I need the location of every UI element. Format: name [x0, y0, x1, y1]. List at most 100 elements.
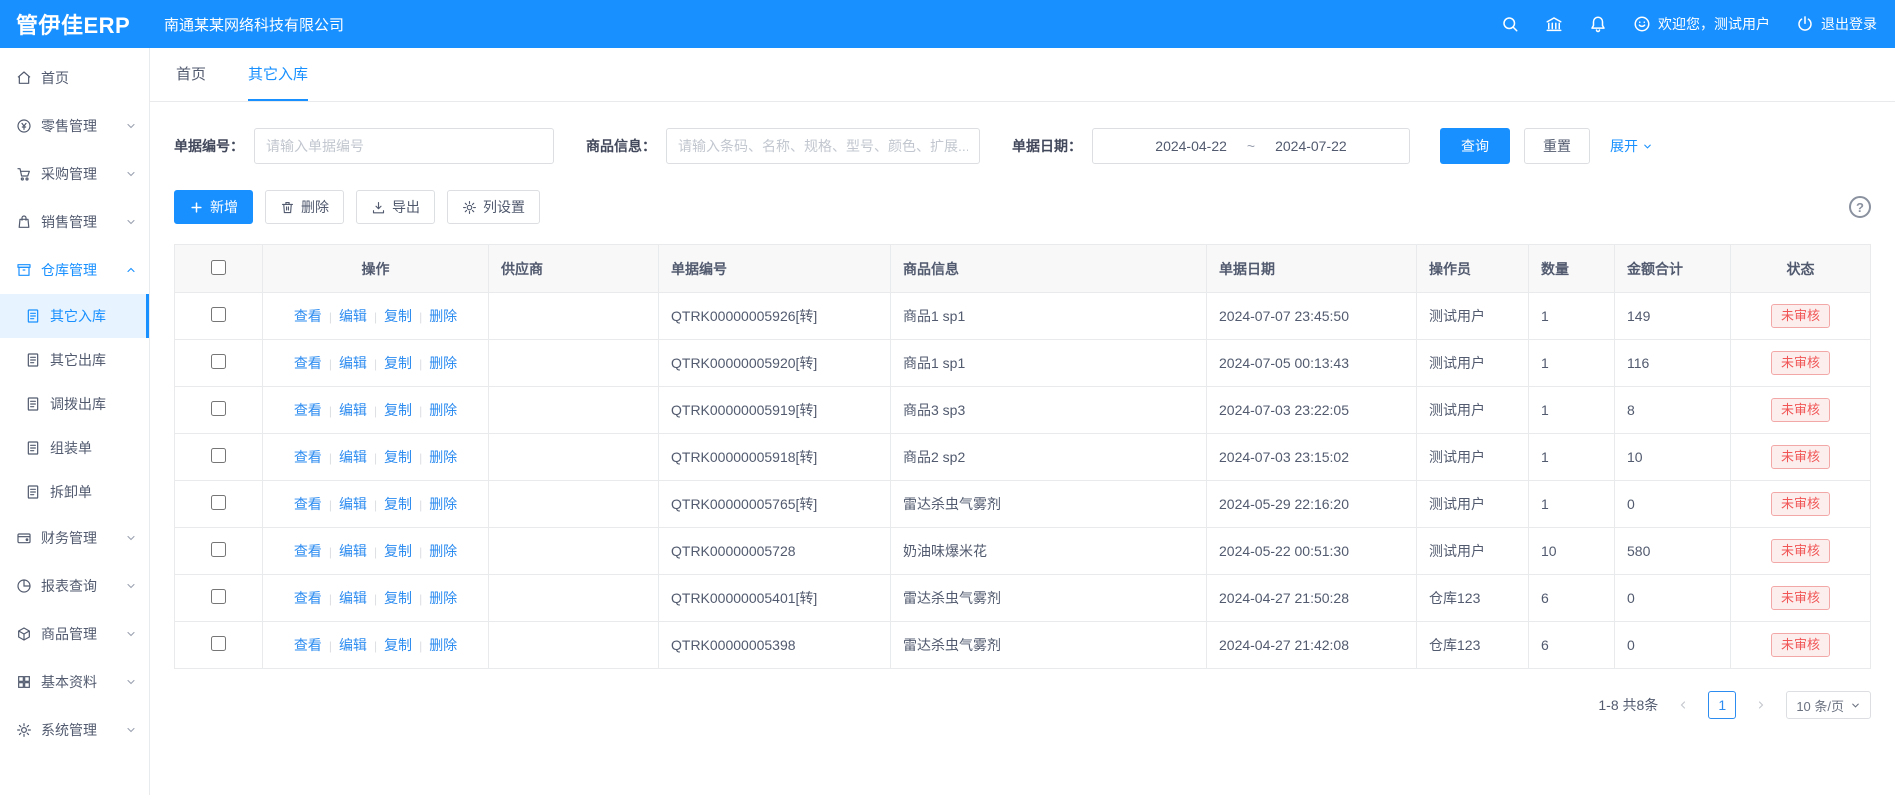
delete-link[interactable]: 删除	[429, 449, 457, 465]
view-link[interactable]: 查看	[294, 543, 322, 559]
sidebar-item-reports[interactable]: 报表查询	[0, 562, 149, 610]
view-link[interactable]: 查看	[294, 308, 322, 324]
link-divider: |	[419, 357, 422, 371]
sidebar-item-warehouse[interactable]: 仓库管理	[0, 246, 149, 294]
sidebar-item-goods[interactable]: 商品管理	[0, 610, 149, 658]
delete-link[interactable]: 删除	[429, 637, 457, 653]
edit-link[interactable]: 编辑	[339, 402, 367, 418]
date-to[interactable]: 2024-07-22	[1275, 138, 1347, 154]
link-divider: |	[374, 498, 377, 512]
view-link[interactable]: 查看	[294, 637, 322, 653]
copy-link[interactable]: 复制	[384, 637, 412, 653]
copy-link[interactable]: 复制	[384, 543, 412, 559]
bill-date-cell: 2024-07-03 23:22:05	[1207, 387, 1417, 434]
row-checkbox[interactable]	[211, 448, 226, 463]
sidebar-item-other-outbound[interactable]: 其它出库	[0, 338, 149, 382]
gear-icon	[462, 200, 477, 215]
tab-other-inbound[interactable]: 其它入库	[248, 48, 308, 101]
status-badge: 未审核	[1771, 492, 1830, 517]
copy-link[interactable]: 复制	[384, 496, 412, 512]
row-checkbox[interactable]	[211, 495, 226, 510]
sidebar-item-finance[interactable]: 财务管理	[0, 514, 149, 562]
pie-chart-icon	[16, 578, 32, 594]
search-icon[interactable]	[1501, 15, 1519, 33]
delete-button[interactable]: 删除	[265, 190, 344, 224]
expand-link[interactable]: 展开	[1610, 136, 1653, 156]
delete-link[interactable]: 删除	[429, 543, 457, 559]
reset-button[interactable]: 重置	[1524, 128, 1590, 164]
bill-no-input[interactable]	[254, 128, 554, 164]
logout-button[interactable]: 退出登录	[1796, 14, 1877, 34]
select-all-checkbox[interactable]	[211, 260, 226, 275]
edit-link[interactable]: 编辑	[339, 637, 367, 653]
tab-home[interactable]: 首页	[176, 48, 206, 101]
edit-link[interactable]: 编辑	[339, 590, 367, 606]
product-info-input[interactable]	[666, 128, 980, 164]
view-link[interactable]: 查看	[294, 355, 322, 371]
delete-link[interactable]: 删除	[429, 308, 457, 324]
view-link[interactable]: 查看	[294, 590, 322, 606]
sidebar-item-transfer-outbound[interactable]: 调拨出库	[0, 382, 149, 426]
column-settings-button[interactable]: 列设置	[447, 190, 540, 224]
copy-link[interactable]: 复制	[384, 402, 412, 418]
status-badge: 未审核	[1771, 304, 1830, 329]
sidebar-item-label: 采购管理	[41, 164, 97, 184]
table-row: 查看|编辑|复制|删除 QTRK00000005728 奶油味爆米花 2024-…	[175, 528, 1871, 575]
view-link[interactable]: 查看	[294, 496, 322, 512]
help-icon[interactable]: ?	[1849, 196, 1871, 218]
prev-page-button[interactable]	[1670, 691, 1696, 719]
row-checkbox[interactable]	[211, 401, 226, 416]
row-checkbox[interactable]	[211, 354, 226, 369]
export-button[interactable]: 导出	[356, 190, 435, 224]
quantity-cell: 1	[1529, 387, 1615, 434]
next-page-button[interactable]	[1748, 691, 1774, 719]
row-checkbox[interactable]	[211, 636, 226, 651]
sidebar-item-system[interactable]: 系统管理	[0, 706, 149, 754]
bank-icon[interactable]	[1545, 15, 1563, 33]
delete-link[interactable]: 删除	[429, 590, 457, 606]
link-divider: |	[329, 357, 332, 371]
search-button[interactable]: 查询	[1440, 128, 1510, 164]
date-range-picker[interactable]: 2024-04-22 ~ 2024-07-22	[1092, 128, 1410, 164]
copy-link[interactable]: 复制	[384, 308, 412, 324]
view-link[interactable]: 查看	[294, 402, 322, 418]
row-checkbox[interactable]	[211, 589, 226, 604]
edit-link[interactable]: 编辑	[339, 449, 367, 465]
header-status: 状态	[1731, 245, 1871, 293]
copy-link[interactable]: 复制	[384, 449, 412, 465]
bill-date-cell: 2024-07-07 23:45:50	[1207, 293, 1417, 340]
bill-no-cell: QTRK00000005918[转]	[659, 434, 891, 481]
row-checkbox[interactable]	[211, 542, 226, 557]
sidebar-item-basic-data[interactable]: 基本资料	[0, 658, 149, 706]
sidebar-item-other-inbound[interactable]: 其它入库	[0, 294, 149, 338]
sidebar-item-disassembly[interactable]: 拆卸单	[0, 470, 149, 514]
chevron-down-icon	[125, 216, 137, 228]
sidebar-item-home[interactable]: 首页	[0, 54, 149, 102]
add-button[interactable]: 新增	[174, 190, 253, 224]
copy-link[interactable]: 复制	[384, 355, 412, 371]
edit-link[interactable]: 编辑	[339, 543, 367, 559]
edit-link[interactable]: 编辑	[339, 496, 367, 512]
row-checkbox[interactable]	[211, 307, 226, 322]
page-size-select[interactable]: 10 条/页	[1786, 691, 1871, 719]
amount-cell: 8	[1615, 387, 1731, 434]
edit-link[interactable]: 编辑	[339, 308, 367, 324]
sidebar-item-sales[interactable]: 销售管理	[0, 198, 149, 246]
welcome-user[interactable]: 欢迎您，测试用户	[1633, 14, 1770, 34]
page-number-button[interactable]: 1	[1708, 691, 1736, 719]
sidebar-item-assembly[interactable]: 组装单	[0, 426, 149, 470]
sidebar-item-purchase[interactable]: 采购管理	[0, 150, 149, 198]
delete-link[interactable]: 删除	[429, 402, 457, 418]
sidebar-item-retail[interactable]: 零售管理	[0, 102, 149, 150]
view-link[interactable]: 查看	[294, 449, 322, 465]
delete-link[interactable]: 删除	[429, 496, 457, 512]
bell-icon[interactable]	[1589, 15, 1607, 33]
column-settings-label: 列设置	[483, 197, 525, 217]
link-divider: |	[329, 639, 332, 653]
delete-link[interactable]: 删除	[429, 355, 457, 371]
copy-link[interactable]: 复制	[384, 590, 412, 606]
sidebar-item-label: 报表查询	[41, 576, 97, 596]
edit-link[interactable]: 编辑	[339, 355, 367, 371]
quantity-cell: 6	[1529, 575, 1615, 622]
date-from[interactable]: 2024-04-22	[1155, 138, 1227, 154]
